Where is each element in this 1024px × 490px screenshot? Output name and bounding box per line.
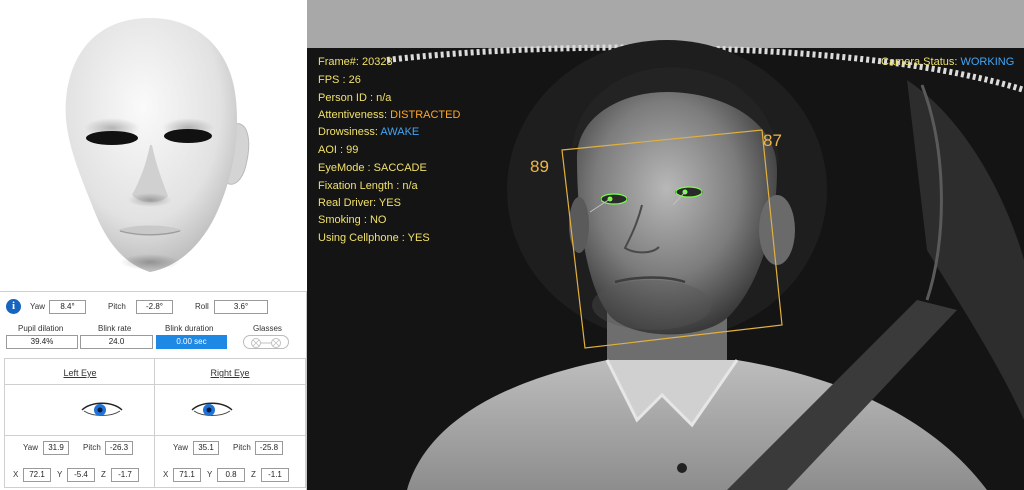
right-eye-z-label: Z xyxy=(251,470,256,479)
pupil-dilation-value: 39.4% xyxy=(6,335,78,349)
left-eye-z-value: -1.7 xyxy=(111,468,139,482)
blink-rate-value: 24.0 xyxy=(80,335,153,349)
right-eye-x-label: X xyxy=(163,470,169,479)
drowsiness-value: AWAKE xyxy=(380,126,420,138)
frame-readout: Frame#: 20323 xyxy=(318,56,393,68)
info-icon[interactable]: i xyxy=(6,299,21,314)
left-eye-icon xyxy=(81,402,123,416)
blink-rate-label: Blink rate xyxy=(98,324,132,333)
driver-camera-view: Frame#: 20323 FPS : 26 Person ID : n/a A… xyxy=(307,0,1024,490)
camera-feed-image xyxy=(307,0,1024,490)
left-eye-pitch-label: Pitch xyxy=(83,443,101,452)
right-eye-yaw-value: 35.1 xyxy=(193,441,219,455)
head-model-image xyxy=(65,18,250,272)
right-eye-pitch-value: -25.8 xyxy=(255,441,283,455)
person-id-readout: Person ID : n/a xyxy=(318,92,392,104)
right-eye-icon xyxy=(191,402,233,416)
left-panel: i Yaw 8.4° Pitch -2.8° Roll 3.6° Pupil d… xyxy=(0,0,307,490)
left-eye-z-label: Z xyxy=(101,470,106,479)
right-eye-y-label: Y xyxy=(207,470,213,479)
glasses-indicator xyxy=(243,335,289,349)
fixation-length-readout: Fixation Length : n/a xyxy=(318,180,418,192)
cellphone-readout: Using Cellphone : YES xyxy=(318,232,430,244)
left-eye-x-label: X xyxy=(13,470,19,479)
face-score-right: 87 xyxy=(763,131,782,150)
right-eye-title: Right Eye xyxy=(210,368,250,378)
glasses-icon xyxy=(251,338,281,348)
fps-value: 26 xyxy=(348,74,361,86)
roll-label: Roll xyxy=(195,302,209,311)
drowsiness-label: Drowsiness: xyxy=(318,126,378,138)
left-eye-yaw-label: Yaw xyxy=(23,443,38,452)
camera-status-readout: Camera Status: WORKING xyxy=(881,56,1014,68)
left-eye-panel: Left Eye Yaw 31.9 Pitch -26.3 X 72.1 Y -… xyxy=(5,359,155,487)
roll-value: 3.6° xyxy=(214,300,268,314)
dms-app: i Yaw 8.4° Pitch -2.8° Roll 3.6° Pupil d… xyxy=(0,0,1024,490)
right-eye-x-value: 71.1 xyxy=(173,468,201,482)
pitch-value: -2.8° xyxy=(136,300,173,314)
right-eye-z-value: -1.1 xyxy=(261,468,289,482)
eyes-section: Left Eye Yaw 31.9 Pitch -26.3 X 72.1 Y -… xyxy=(4,358,306,488)
blink-duration-value: 0.00 sec xyxy=(156,335,227,349)
pupil-dilation-label: Pupil dilation xyxy=(18,324,64,333)
face-score-left: 89 xyxy=(530,157,549,176)
yaw-value: 8.4° xyxy=(49,300,86,314)
left-eye-title: Left Eye xyxy=(63,368,97,378)
right-eye-pitch-label: Pitch xyxy=(233,443,251,452)
head-pose-row: i Yaw 8.4° Pitch -2.8° Roll 3.6° xyxy=(0,296,307,320)
blink-duration-label: Blink duration xyxy=(165,324,214,333)
camera-status-label: Camera Status: xyxy=(881,56,958,68)
attentiveness-readout: Attentiveness: DISTRACTED xyxy=(318,109,460,121)
drowsiness-readout: Drowsiness: AWAKE xyxy=(318,126,419,138)
frame-label: Frame#: xyxy=(318,56,359,68)
glasses-label: Glasses xyxy=(253,324,282,333)
camera-status-value: WORKING xyxy=(960,56,1015,68)
left-eye-pitch-value: -26.3 xyxy=(105,441,133,455)
left-eye-yaw-value: 31.9 xyxy=(43,441,69,455)
frame-value: 20323 xyxy=(362,56,393,68)
pitch-label: Pitch xyxy=(108,302,126,311)
yaw-label: Yaw xyxy=(30,302,45,311)
metrics-row: Pupil dilation 39.4% Blink rate 24.0 Bli… xyxy=(0,322,307,356)
real-driver-readout: Real Driver: YES xyxy=(318,197,401,209)
eye-mode-readout: EyeMode : SACCADE xyxy=(318,162,427,174)
right-eye-y-value: 0.8 xyxy=(217,468,245,482)
attentiveness-value: DISTRACTED xyxy=(390,109,461,121)
left-eye-x-value: 72.1 xyxy=(23,468,51,482)
fps-label: FPS : xyxy=(318,74,346,86)
smoking-readout: Smoking : NO xyxy=(318,214,387,226)
fps-readout: FPS : 26 xyxy=(318,74,361,86)
head-model-view xyxy=(0,0,307,292)
right-eye-yaw-label: Yaw xyxy=(173,443,188,452)
attentiveness-label: Attentiveness: xyxy=(318,109,388,121)
right-eye-panel: Right Eye Yaw 35.1 Pitch -25.8 X 71.1 Y … xyxy=(155,359,305,487)
left-eye-y-value: -5.4 xyxy=(67,468,95,482)
left-eye-y-label: Y xyxy=(57,470,63,479)
aoi-readout: AOI : 99 xyxy=(318,144,359,156)
